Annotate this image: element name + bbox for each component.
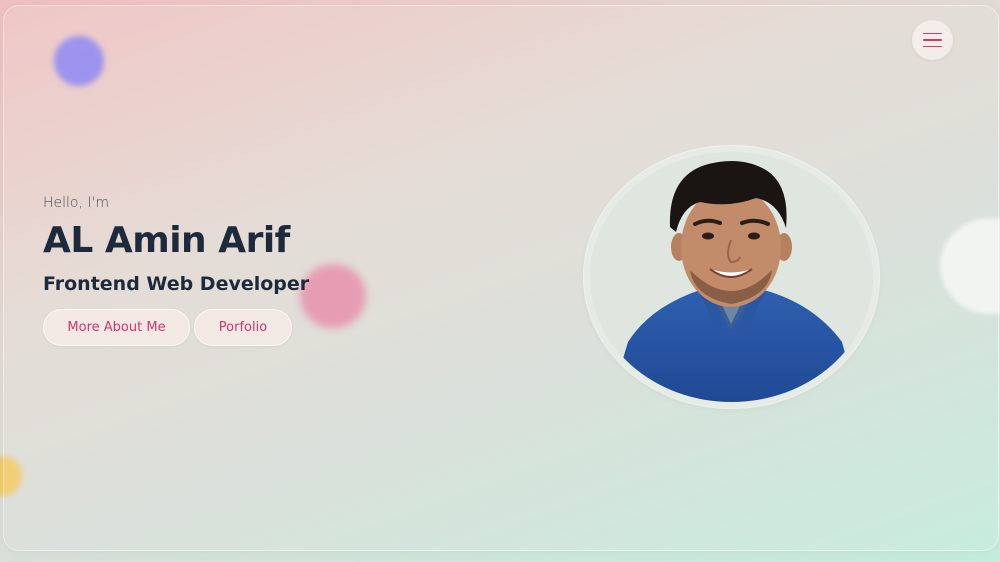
profile-photo-frame — [584, 146, 879, 408]
menu-button[interactable] — [912, 20, 953, 60]
hero-intro: Hello, I'm AL Amin Arif Frontend Web Dev… — [43, 193, 309, 346]
hero-role: Frontend Web Developer — [43, 273, 310, 295]
greeting-text: Hello, I'm — [43, 195, 110, 211]
hamburger-menu-icon — [923, 32, 942, 35]
hamburger-menu-icon-bar — [923, 39, 942, 41]
hamburger-menu-icon-bar — [923, 45, 942, 48]
hero-actions: More About Me Porfolio — [43, 309, 309, 346]
more-about-me-button[interactable]: More About Me — [43, 309, 190, 346]
profile-photo-illustration — [590, 152, 873, 402]
profile-photo — [590, 152, 873, 402]
hero-name: AL Amin Arif — [43, 220, 290, 261]
portfolio-button[interactable]: Porfolio — [194, 309, 292, 346]
